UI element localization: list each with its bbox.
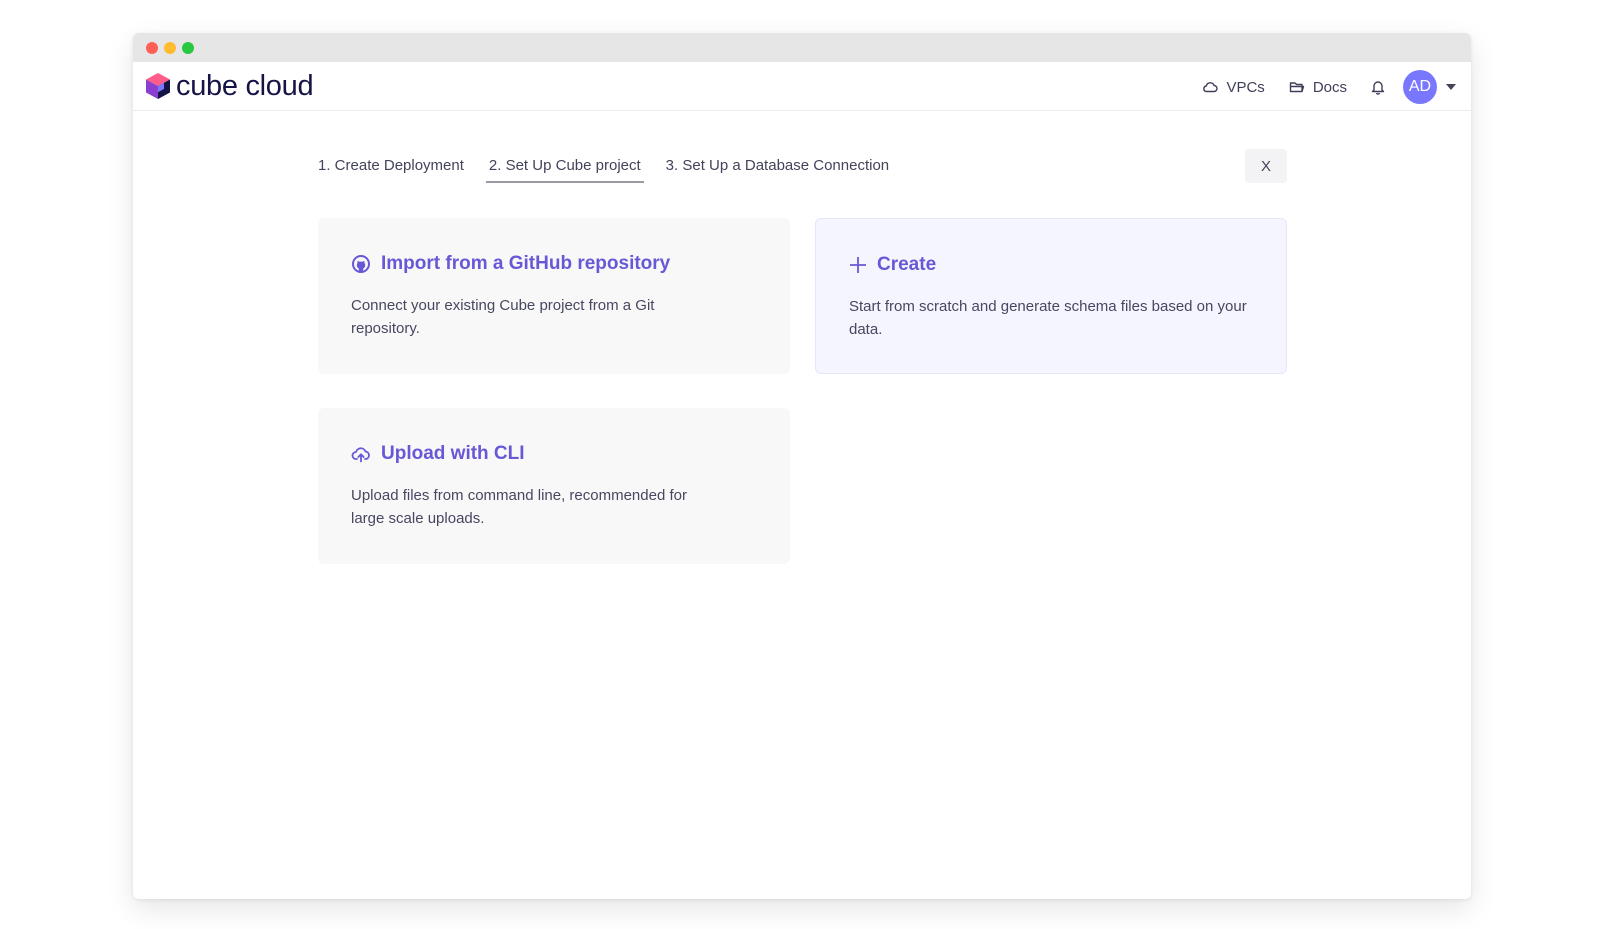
- close-icon: X: [1260, 157, 1271, 175]
- card-title: Upload with CLI: [351, 442, 758, 466]
- vpcs-label: VPCs: [1226, 78, 1265, 96]
- notifications-button[interactable]: [1371, 79, 1385, 95]
- card-description: Start from scratch and generate schema f…: [849, 298, 1247, 338]
- bell-icon: [1371, 81, 1385, 95]
- avatar[interactable]: AD: [1403, 70, 1437, 104]
- folder-icon: [1289, 82, 1305, 93]
- card-title-text: Import from a GitHub repository: [381, 253, 671, 274]
- card-title-text: Create: [877, 254, 937, 275]
- github-icon: [352, 255, 370, 273]
- vpcs-link[interactable]: VPCs: [1202, 78, 1265, 96]
- maximize-window-button[interactable]: [182, 42, 194, 54]
- create-card[interactable]: Create Start from scratch and generate s…: [815, 218, 1287, 374]
- import-github-card[interactable]: Import from a GitHub repository Connect …: [318, 218, 790, 374]
- nav-actions: VPCs Docs AD: [1178, 70, 1457, 104]
- brand-logo[interactable]: cube cloud: [145, 70, 314, 102]
- card-description: Upload files from command line, recommen…: [351, 487, 687, 527]
- close-button[interactable]: X: [1245, 149, 1287, 183]
- top-navigation: cube cloud VPCs Docs AD: [133, 62, 1471, 111]
- plus-icon: [850, 257, 866, 273]
- upload-cli-card[interactable]: Upload with CLI Upload files from comman…: [318, 408, 790, 564]
- cube-logo-icon: [146, 73, 170, 99]
- browser-window: cube cloud VPCs Docs AD 1. Create Deploy…: [133, 33, 1471, 899]
- step-set-up-cube-project[interactable]: 2. Set Up Cube project: [485, 151, 644, 183]
- setup-steps: 1. Create Deployment 2. Set Up Cube proj…: [315, 151, 911, 189]
- step-create-deployment[interactable]: 1. Create Deployment: [315, 151, 467, 183]
- docs-link[interactable]: Docs: [1289, 79, 1347, 96]
- card-title: Import from a GitHub repository: [351, 252, 758, 276]
- window-titlebar: [133, 33, 1471, 62]
- card-title-text: Upload with CLI: [381, 443, 525, 464]
- step-set-up-database-connection[interactable]: 3. Set Up a Database Connection: [663, 151, 892, 183]
- card-title: Create: [849, 253, 1254, 277]
- account-menu-button[interactable]: [1445, 83, 1457, 91]
- close-window-button[interactable]: [146, 42, 158, 54]
- brand-name: cube cloud: [176, 70, 314, 102]
- cloud-icon: [1203, 82, 1219, 93]
- card-description: Connect your existing Cube project from …: [351, 297, 655, 337]
- caret-down-icon: [1446, 84, 1456, 90]
- docs-label: Docs: [1312, 78, 1347, 96]
- cloud-upload-icon: [351, 447, 370, 463]
- minimize-window-button[interactable]: [164, 42, 176, 54]
